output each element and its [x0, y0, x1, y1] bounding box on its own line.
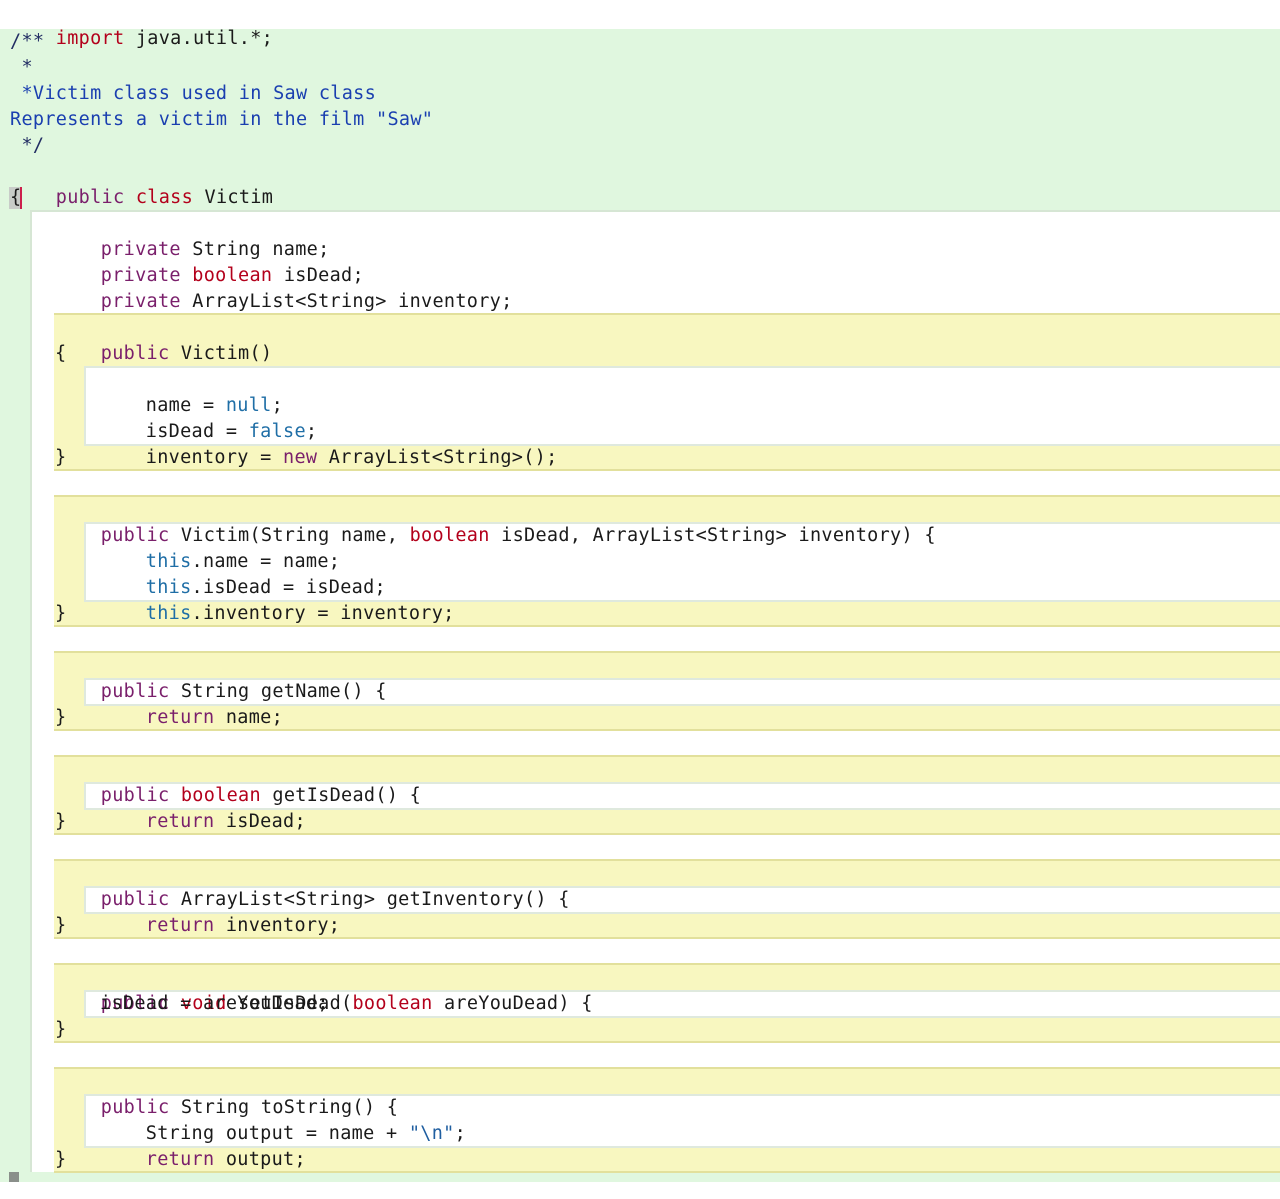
ctor1-decl-rest: Victim()	[169, 343, 273, 364]
code-line-ctor1-l2[interactable]: isDead = false;	[100, 393, 317, 442]
code-line-tostring-l2[interactable]: return output;	[100, 1121, 306, 1170]
keyword-new: new	[283, 447, 318, 468]
keyword-boolean: boolean	[352, 993, 433, 1014]
code-line-field-inv[interactable]: private ArrayList<String> inventory;	[55, 263, 513, 312]
code-line-ctor1-l1[interactable]: name = null;	[100, 367, 283, 416]
class-scope-left-margin	[0, 210, 30, 1182]
code-line-getinv-decl[interactable]: public ArrayList<String> getInventory() …	[55, 861, 570, 910]
ctor2-decl-b: isDead, ArrayList<String> inventory) {	[489, 525, 936, 546]
import-path: java.util.*;	[124, 28, 274, 49]
code-line-getinv-body[interactable]: return inventory;	[100, 887, 340, 936]
code-line-ctor1-l3[interactable]: inventory = new ArrayList<String>();	[100, 419, 558, 468]
code-line-class-open[interactable]: {	[10, 185, 21, 211]
code-line-doc-desc1[interactable]: *Victim class used in Saw class	[10, 81, 376, 107]
keyword-class: class	[135, 187, 194, 208]
keyword-this: this	[145, 603, 192, 624]
code-line-tostring-l1[interactable]: String output = name + "\n";	[100, 1095, 466, 1144]
ctor1-l3-post: ArrayList<String>();	[317, 447, 558, 468]
keyword-public: public	[55, 187, 125, 208]
code-line-setdead-decl[interactable]: public void setIsDead(boolean areYouDead…	[55, 965, 593, 1014]
keyword-return: return	[145, 707, 215, 728]
code-line-doc-desc2[interactable]: Represents a victim in the film "Saw"	[10, 107, 433, 133]
code-line-field-dead[interactable]: private boolean isDead;	[55, 237, 364, 286]
keyword-return: return	[145, 1149, 215, 1170]
code-line-getinv-close[interactable]: }	[55, 913, 66, 939]
code-line-getdead-close[interactable]: }	[55, 809, 66, 835]
ctor1-l3-pre: inventory =	[145, 447, 284, 468]
keyword-public: public	[100, 343, 170, 364]
getinv-body-rest: inventory;	[214, 915, 341, 936]
code-line-ctor2-l3[interactable]: this.inventory = inventory;	[100, 575, 455, 624]
code-line-ctor1-open[interactable]: {	[55, 341, 66, 367]
code-line-class-decl[interactable]: public class Victim	[10, 159, 273, 208]
code-line-getname-body[interactable]: return name;	[100, 679, 283, 728]
keyword-boolean: boolean	[409, 525, 490, 546]
code-line-tostring-decl[interactable]: public String toString() {	[55, 1069, 398, 1118]
code-line-import[interactable]: import java.util.*;	[10, 0, 273, 49]
keyword-return: return	[145, 915, 215, 936]
keyword-private: private	[100, 291, 181, 312]
bottom-brace-marker	[9, 1172, 19, 1182]
code-line-ctor1-close[interactable]: }	[55, 445, 66, 471]
code-line-ctor2-decl[interactable]: public Victim(String name, boolean isDea…	[55, 497, 936, 546]
code-line-ctor1-decl[interactable]: public Victim()	[55, 315, 272, 364]
keyword-return: return	[145, 811, 215, 832]
code-line-setdead-body[interactable]: isDead = areYouDead;	[100, 991, 329, 1017]
keyword-import: import	[55, 28, 125, 49]
code-line-ctor2-l2[interactable]: this.isDead = isDead;	[100, 549, 386, 598]
field-inv-rest: ArrayList<String> inventory;	[180, 291, 513, 312]
code-line-ctor2-l1[interactable]: this.name = name;	[100, 523, 340, 572]
code-line-doc-close[interactable]: */	[10, 133, 44, 159]
code-line-getdead-body[interactable]: return isDead;	[100, 783, 306, 832]
code-line-setdead-close[interactable]: }	[55, 1017, 66, 1043]
code-line-getname-decl[interactable]: public String getName() {	[55, 653, 387, 702]
code-line-tostring-close[interactable]: }	[55, 1147, 66, 1173]
class-name: Victim	[204, 187, 274, 208]
getname-body-rest: name;	[214, 707, 284, 728]
tostring-l2-rest: output;	[214, 1149, 306, 1170]
code-line-doc-star[interactable]: *	[10, 55, 33, 81]
code-line-getdead-decl[interactable]: public boolean getIsDead() {	[55, 757, 421, 806]
tostring-l1-post: ;	[454, 1123, 467, 1144]
string-literal: "\n"	[408, 1123, 455, 1144]
getdead-body-rest: isDead;	[214, 811, 306, 832]
code-line-getname-close[interactable]: }	[55, 705, 66, 731]
setdead-decl-b: areYouDead) {	[432, 993, 593, 1014]
code-line-ctor2-close[interactable]: }	[55, 601, 66, 627]
ctor2-l3-rest: .inventory = inventory;	[191, 603, 455, 624]
code-line-doc-open[interactable]: /**	[10, 29, 44, 55]
code-line-field-name[interactable]: private String name;	[55, 211, 330, 260]
